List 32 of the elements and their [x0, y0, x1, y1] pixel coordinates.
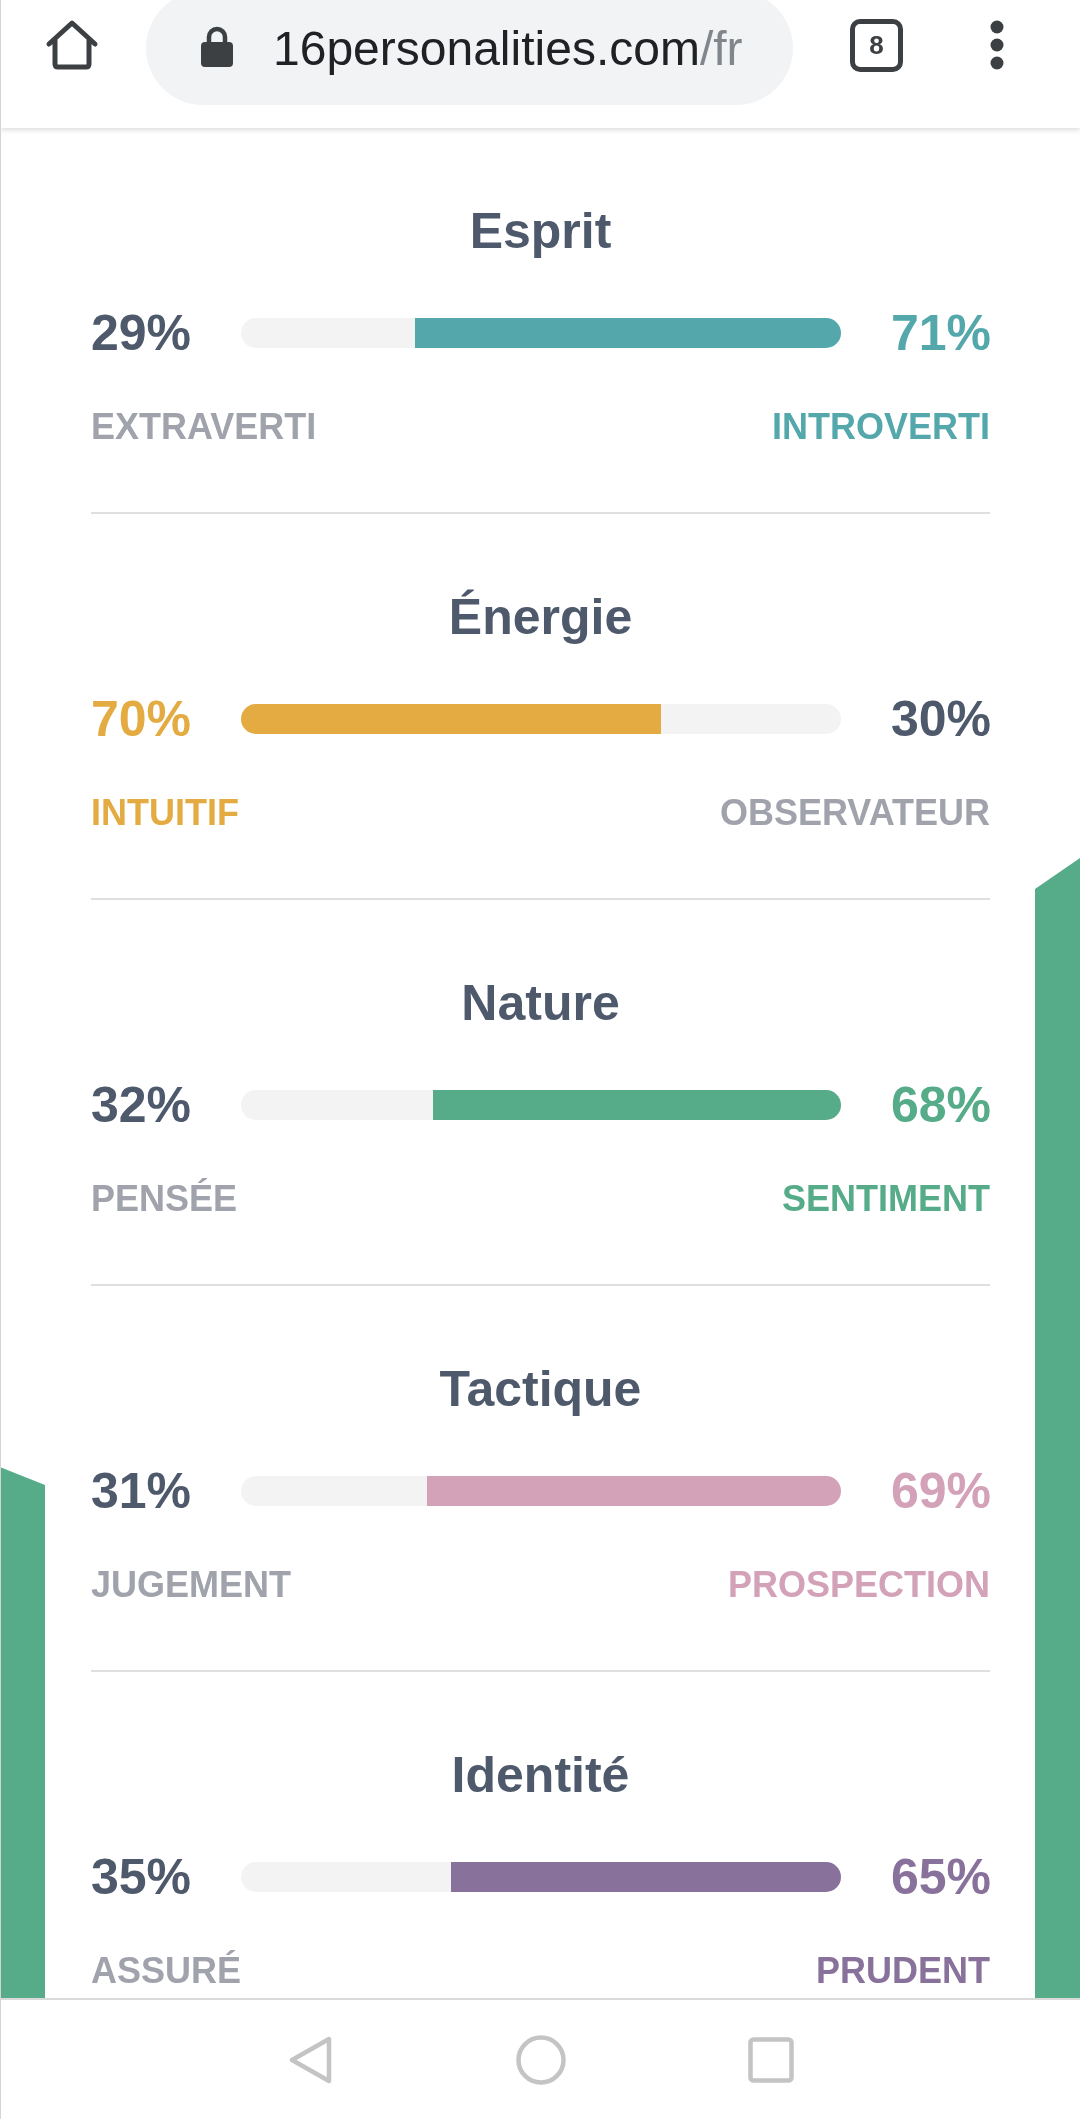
- percentage-value: 35%: [91, 1848, 193, 1907]
- percentage-value: 69%: [890, 1462, 991, 1521]
- trait-label: OBSERVATEUR: [719, 791, 990, 835]
- trait-label: PRUDENT: [816, 1949, 990, 1993]
- trait-label: PENSÉE: [91, 1177, 238, 1221]
- home-icon[interactable]: [45, 19, 99, 71]
- trait-label: JUGEMENT: [91, 1563, 292, 1607]
- trait-title: Identité: [450, 1746, 631, 1805]
- recents-icon[interactable]: [747, 2036, 794, 2083]
- percentage-value: 30%: [890, 690, 991, 749]
- lock-icon: [201, 25, 233, 67]
- trait-title: Nature: [460, 974, 621, 1033]
- percentage-value: 32%: [91, 1076, 193, 1135]
- trait-title: Esprit: [468, 202, 613, 261]
- trait-label: SENTIMENT: [782, 1177, 990, 1221]
- percentage-value: 31%: [91, 1462, 193, 1521]
- trait-label: ASSURÉ: [91, 1949, 242, 1993]
- trait-title: Tactique: [438, 1360, 643, 1419]
- percentage-value: 68%: [890, 1076, 991, 1135]
- trait-label: PROSPECTION: [727, 1563, 990, 1607]
- percentage-value: 71%: [890, 304, 991, 363]
- percentage-value: 70%: [91, 690, 193, 749]
- address-bar[interactable]: 16personalities.com/fr: [146, 0, 793, 105]
- percentage-value: 65%: [890, 1848, 991, 1907]
- tab-count-button[interactable]: 8: [850, 18, 903, 72]
- trait-label: EXTRAVERTI: [91, 405, 317, 449]
- menu-icon[interactable]: [990, 20, 1004, 70]
- trait-label: INTUITIF: [91, 791, 239, 835]
- back-icon[interactable]: [288, 2034, 333, 2085]
- trait-label: INTROVERTI: [772, 405, 990, 449]
- percentage-value: 29%: [91, 304, 193, 363]
- trait-title: Énergie: [447, 588, 634, 647]
